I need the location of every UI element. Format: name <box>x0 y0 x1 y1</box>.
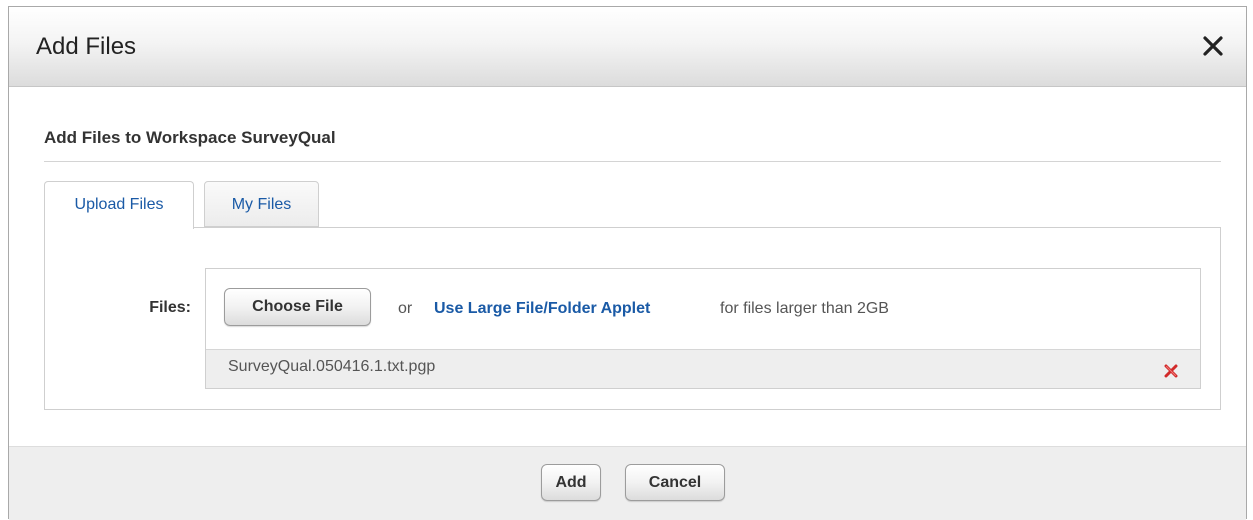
dialog-titlebar: Add Files <box>9 7 1246 87</box>
cancel-button[interactable]: Cancel <box>625 464 725 501</box>
list-item: SurveyQual.050416.1.txt.pgp <box>206 350 1200 388</box>
choose-file-button[interactable]: Choose File <box>224 288 371 326</box>
remove-icon <box>1164 364 1178 378</box>
tab-upload-files[interactable]: Upload Files <box>44 181 194 229</box>
choose-file-row: Choose File or Use Large File/Folder App… <box>206 269 1200 350</box>
add-files-dialog: Add Files Add Files to Workspace SurveyQ… <box>8 6 1247 520</box>
divider <box>44 161 1221 162</box>
remove-file-button[interactable] <box>1164 364 1178 378</box>
add-button[interactable]: Add <box>541 464 601 501</box>
applet-size-note: for files larger than 2GB <box>720 300 889 317</box>
upload-files-panel: Files: Choose File or Use Large File/Fol… <box>44 227 1221 410</box>
files-box: Choose File or Use Large File/Folder App… <box>205 268 1201 389</box>
dialog-footer: Add Cancel <box>9 446 1246 520</box>
close-button[interactable] <box>1198 31 1228 61</box>
close-icon <box>1203 36 1223 56</box>
section-heading: Add Files to Workspace SurveyQual <box>44 128 336 147</box>
file-name: SurveyQual.050416.1.txt.pgp <box>228 358 436 375</box>
tab-my-files[interactable]: My Files <box>204 181 319 227</box>
dialog-title: Add Files <box>36 33 137 60</box>
large-file-applet-link[interactable]: Use Large File/Folder Applet <box>434 300 650 318</box>
or-text: or <box>398 300 413 317</box>
files-label: Files: <box>149 299 191 316</box>
